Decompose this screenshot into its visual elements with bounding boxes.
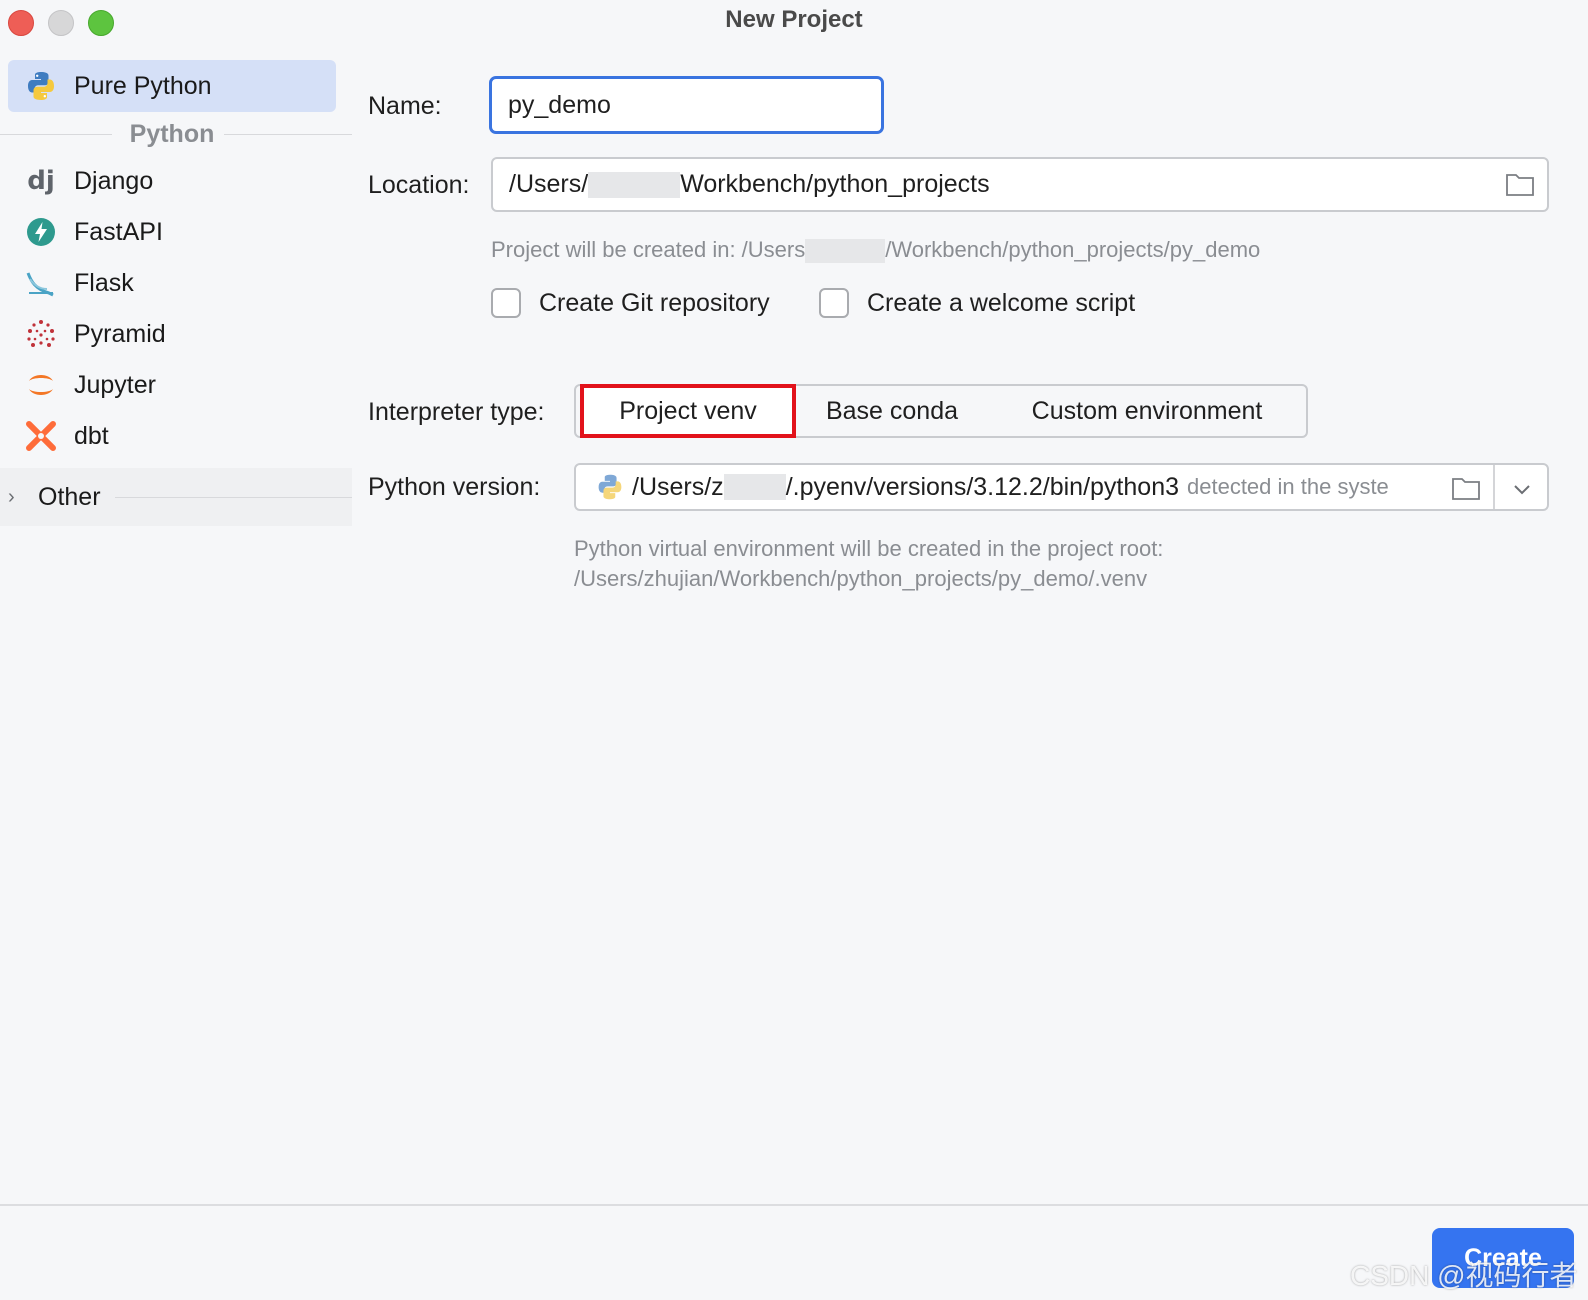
python-version-label: Python version:	[368, 473, 541, 501]
create-git-repo-label: Create Git repository	[539, 288, 770, 317]
redacted-username	[588, 171, 681, 198]
venv-hint-line-2: /Users/zhujian/Workbench/python_projects…	[574, 566, 1148, 591]
name-input[interactable]: py_demo	[489, 76, 884, 134]
project-path-hint: Project will be created in: /Users/Workb…	[491, 237, 1261, 264]
watermark: CSDN @视码行者	[1350, 1260, 1578, 1291]
python-icon	[24, 69, 58, 103]
flask-icon	[24, 266, 58, 300]
chevron-right-icon: ›	[8, 485, 15, 508]
folder-icon[interactable]	[1451, 475, 1481, 508]
group-separator-python: Python	[0, 120, 352, 150]
sidebar-item-django[interactable]: dj Django	[8, 155, 336, 207]
project-settings-panel: Name: py_demo Location: /Users/Workbench…	[352, 52, 1588, 1204]
interpreter-option-custom-environment[interactable]: Custom environment	[988, 386, 1306, 436]
location-input[interactable]: /Users/Workbench/python_projects	[491, 157, 1549, 212]
project-type-sidebar: Pure Python Python dj Django FastAPI Fla…	[0, 52, 352, 1204]
sidebar-item-label: FastAPI	[74, 217, 163, 246]
sidebar-item-pyramid[interactable]: Pyramid	[8, 308, 336, 360]
sidebar-item-flask[interactable]: Flask	[8, 257, 336, 309]
sidebar-item-jupyter[interactable]: Jupyter	[8, 359, 336, 411]
interpreter-type-selector: Project venv Base conda Custom environme…	[574, 384, 1308, 438]
name-label: Name:	[368, 92, 442, 120]
sidebar-item-label: Other	[38, 482, 101, 511]
python-icon	[596, 473, 624, 501]
folder-icon[interactable]	[1505, 171, 1535, 204]
sidebar-group-other[interactable]: › Other	[0, 468, 352, 526]
interpreter-type-label: Interpreter type:	[368, 398, 545, 426]
fastapi-icon	[24, 215, 58, 249]
redacted-username	[805, 239, 886, 264]
pyramid-icon	[24, 317, 58, 351]
window-title: New Project	[725, 6, 863, 33]
sidebar-item-fastapi[interactable]: FastAPI	[8, 206, 336, 258]
venv-hint-line-1: Python virtual environment will be creat…	[574, 536, 1164, 561]
redacted-username	[723, 474, 786, 500]
create-git-repo-checkbox[interactable]	[491, 288, 521, 318]
sidebar-item-label: Pyramid	[74, 319, 166, 348]
create-welcome-script-checkbox[interactable]	[819, 288, 849, 318]
group-label: Python	[129, 120, 215, 148]
location-label: Location:	[368, 171, 470, 199]
sidebar-item-label: Jupyter	[74, 370, 156, 399]
sidebar-item-label: dbt	[74, 421, 109, 450]
interpreter-option-base-conda[interactable]: Base conda	[796, 386, 988, 436]
jupyter-icon	[24, 368, 58, 402]
sidebar-item-label: Django	[74, 166, 154, 195]
interpreter-option-project-venv[interactable]: Project venv	[580, 384, 796, 438]
create-welcome-script-option[interactable]: Create a welcome script	[819, 288, 1135, 318]
title-bar: New Project	[0, 0, 1588, 42]
sidebar-item-pure-python[interactable]: Pure Python	[8, 60, 336, 112]
django-icon: dj	[27, 166, 55, 196]
python-version-select[interactable]: /Users/z/.pyenv/versions/3.12.2/bin/pyth…	[574, 463, 1549, 511]
create-welcome-script-label: Create a welcome script	[867, 288, 1136, 317]
dbt-icon	[24, 419, 58, 453]
sidebar-item-label: Pure Python	[74, 71, 212, 100]
chevron-down-icon[interactable]	[1511, 477, 1533, 506]
sidebar-item-dbt[interactable]: dbt	[8, 410, 336, 462]
dialog-footer: Create CSDN @视码行者	[0, 1204, 1588, 1300]
sidebar-item-label: Flask	[74, 268, 134, 297]
create-git-repo-option[interactable]: Create Git repository	[491, 288, 770, 318]
